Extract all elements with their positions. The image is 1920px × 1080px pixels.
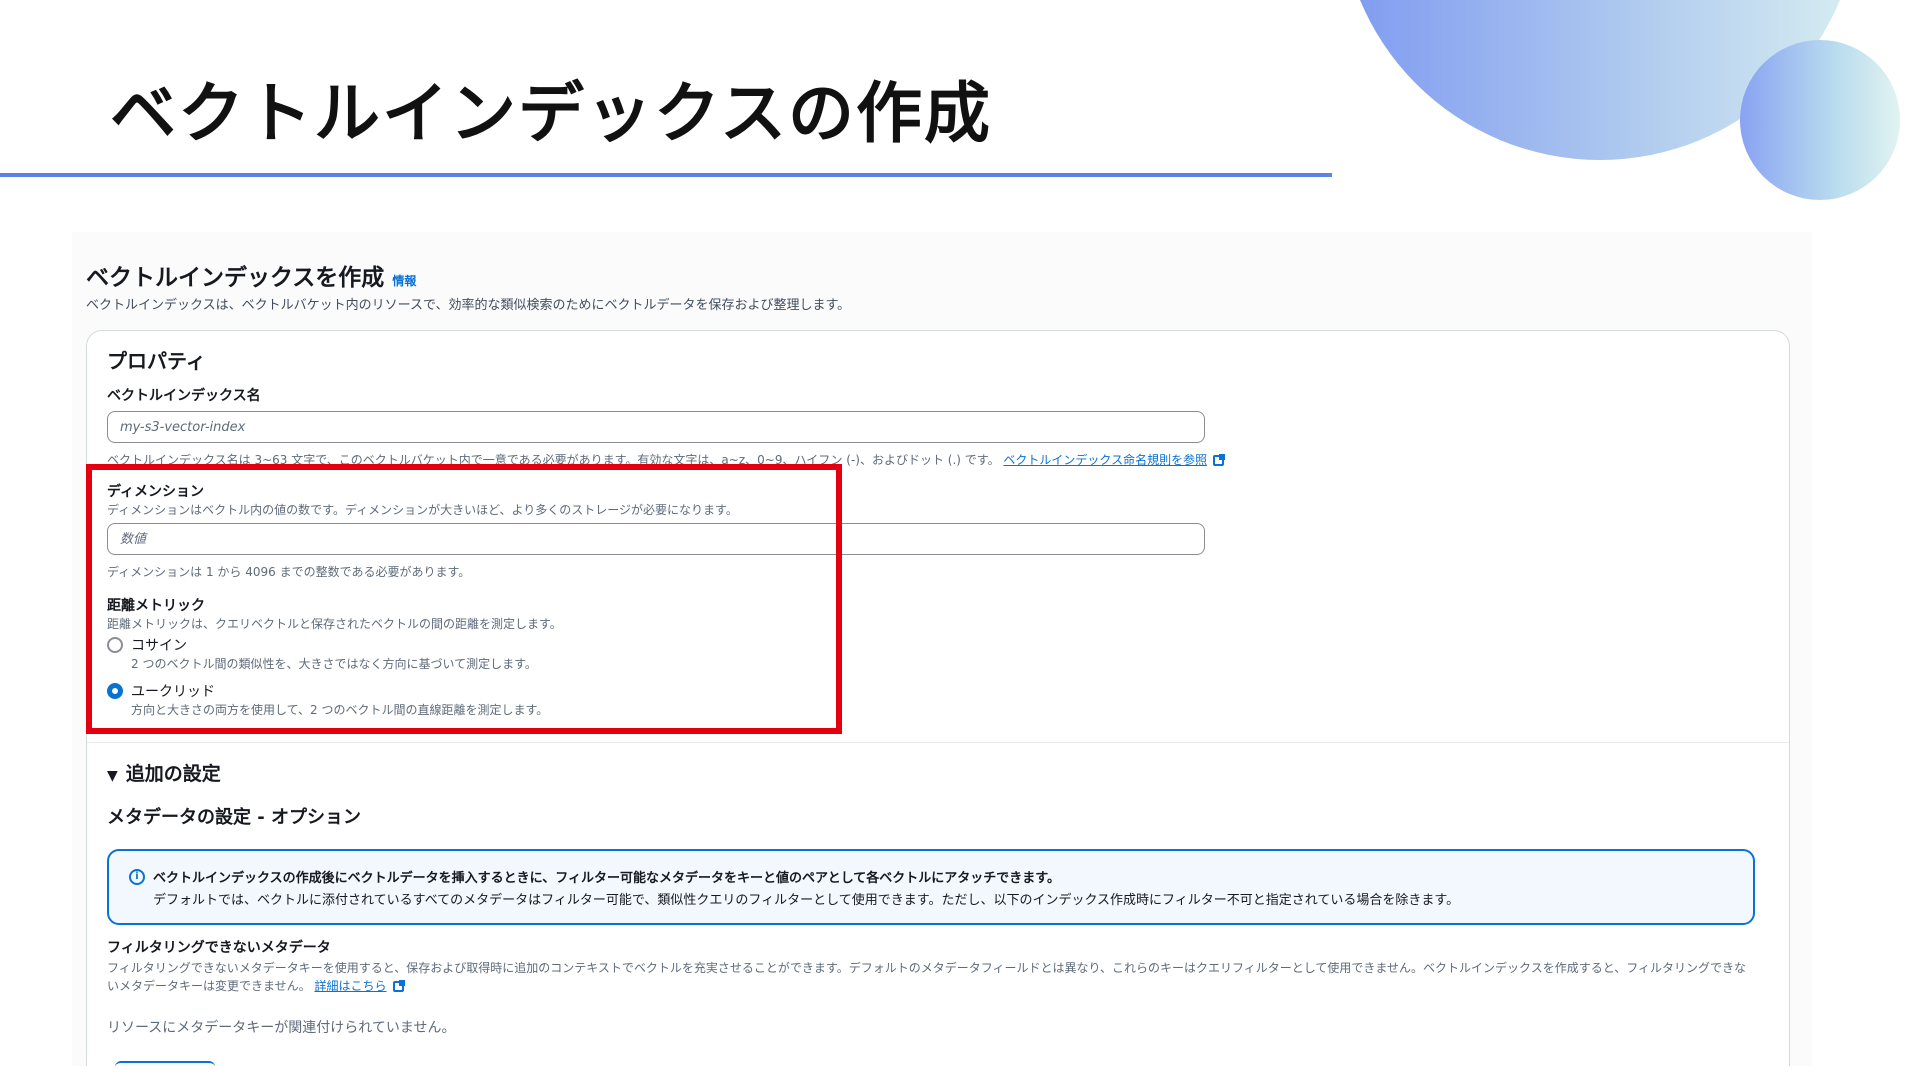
metadata-info-alert: i ベクトルインデックスの作成後にベクトルデータを挿入するときに、フィルター可能… xyxy=(107,849,1755,925)
page-title-text: ベクトルインデックスを作成 xyxy=(86,265,385,291)
caret-down-icon: ▼ xyxy=(107,768,118,784)
index-name-input[interactable] xyxy=(107,411,1205,443)
properties-title: プロパティ xyxy=(107,349,206,373)
section-divider xyxy=(87,742,1789,743)
details-link[interactable]: 詳細はこちら xyxy=(314,979,386,993)
slide-title: ベクトルインデックスの作成 xyxy=(110,75,993,152)
additional-settings-label: 追加の設定 xyxy=(125,763,221,785)
decorative-circle-small xyxy=(1740,40,1900,200)
additional-settings-toggle[interactable]: ▼ 追加の設定 xyxy=(107,759,221,786)
naming-rules-link[interactable]: ベクトルインデックス命名規則を参照 xyxy=(1003,453,1207,467)
info-circle-icon: i xyxy=(129,869,145,885)
info-link[interactable]: 情報 xyxy=(392,274,416,288)
empty-metadata-note: リソースにメタデータキーが関連付けられていません。 xyxy=(107,1020,456,1036)
info-alert-body: デフォルトでは、ベクトルに添付されているすべてのメタデータはフィルター可能で、類… xyxy=(153,893,1460,908)
external-link-icon xyxy=(1213,454,1226,466)
index-name-label: ベクトルインデックス名 xyxy=(107,388,261,404)
page-title: ベクトルインデックスを作成 情報 xyxy=(86,258,416,292)
external-link-icon xyxy=(392,980,405,992)
page-description: ベクトルインデックスは、ベクトルバケット内のリソースで、効率的な類似検索のために… xyxy=(86,298,851,313)
metadata-settings-title: メタデータの設定 - オプション xyxy=(107,807,362,828)
info-alert-heading: ベクトルインデックスの作成後にベクトルデータを挿入するときに、フィルター可能なメ… xyxy=(153,871,1061,886)
title-underline xyxy=(0,173,1332,177)
non-filterable-label: フィルタリングできないメタデータ xyxy=(107,940,331,956)
add-key-button[interactable] xyxy=(115,1061,215,1066)
non-filterable-description: フィルタリングできないメタデータキーを使用すると、保存および取得時に追加のコンテ… xyxy=(107,959,1747,995)
highlight-box xyxy=(86,464,842,734)
